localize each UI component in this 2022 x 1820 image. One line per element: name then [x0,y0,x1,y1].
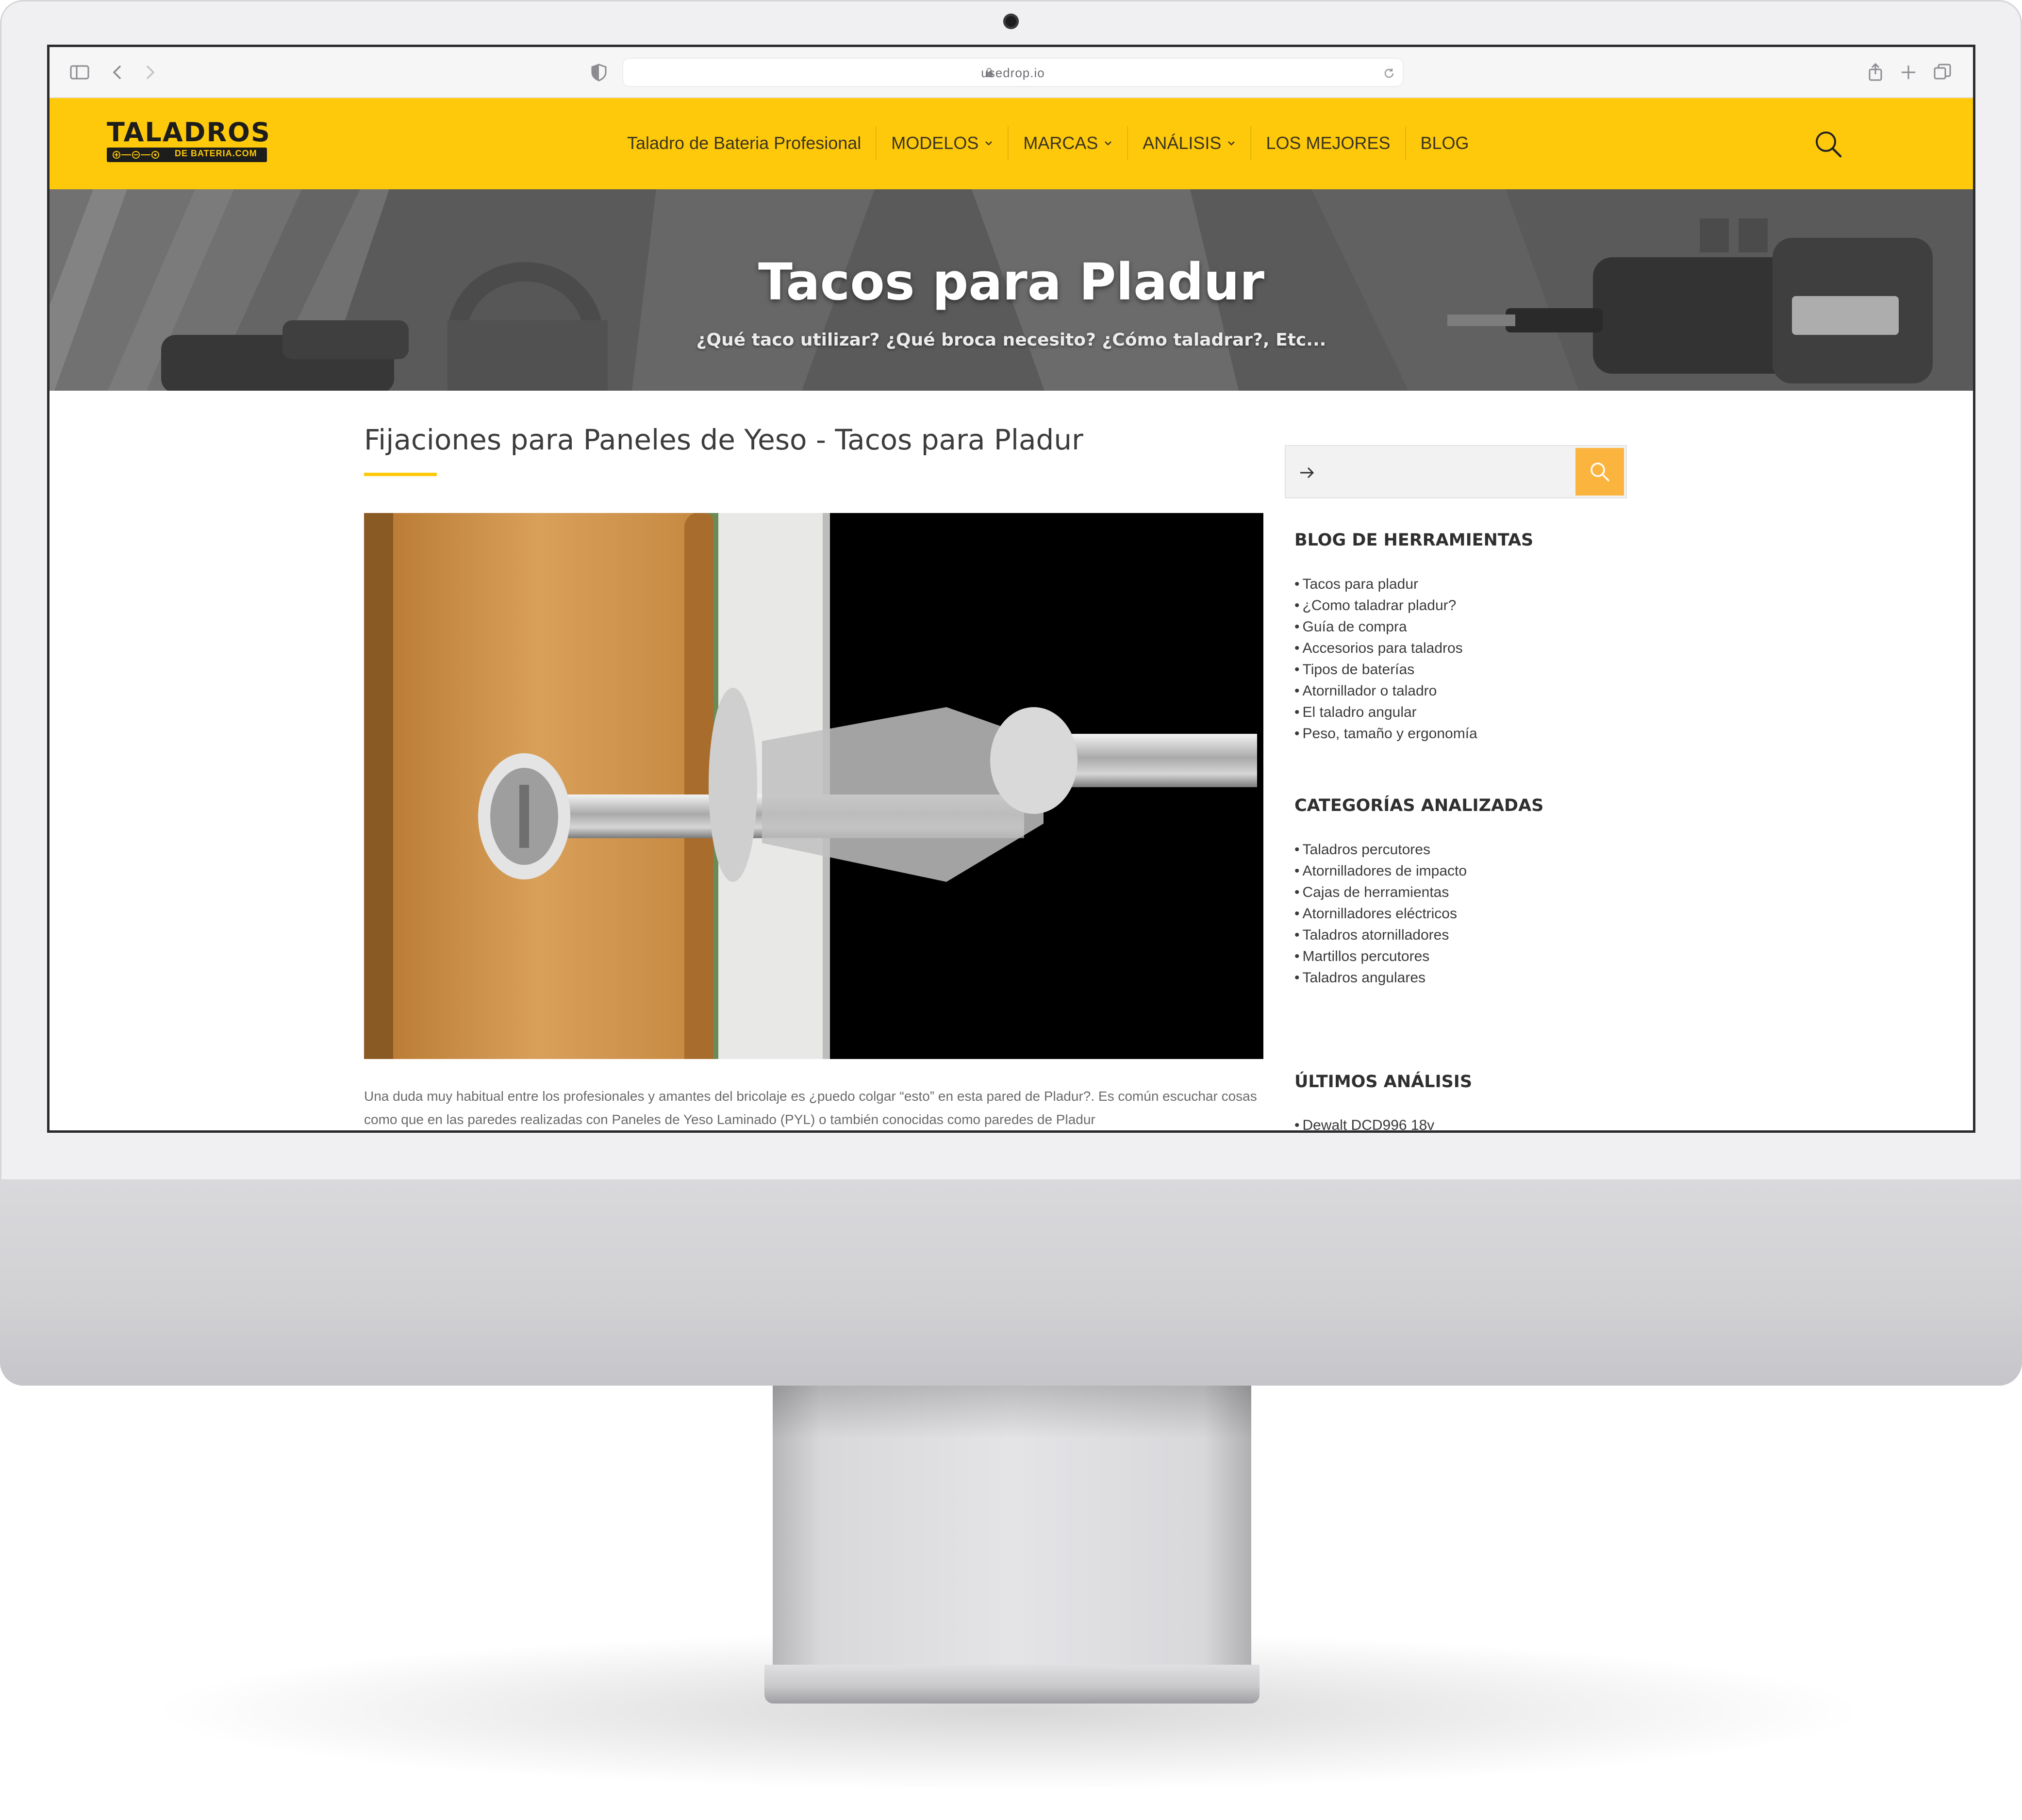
nav-item-label: LOS MEJORES [1266,133,1391,153]
sidebar-toggle-icon[interactable] [69,62,90,83]
nav-item-blog[interactable]: BLOG [1405,126,1484,160]
sidebar-list-blog: Tacos para pladur ¿Como taladrar pladur?… [1294,574,1477,745]
chevron-down-icon [985,141,993,146]
sidebar-link[interactable]: Taladros atornilladores [1294,925,1467,946]
nav-item-modelos[interactable]: MODELOS [876,126,1008,160]
sidebar-link[interactable]: Accesorios para taladros [1294,638,1477,659]
site-logo[interactable]: TALADROS DE BATERIA.COM [107,118,272,165]
nav-item-label: MODELOS [891,133,979,153]
sidebar-link[interactable]: Atornilladores eléctricos [1294,903,1467,925]
sidebar-link[interactable]: Cajas de herramientas [1294,882,1467,903]
sidebar-link[interactable]: Martillos percutores [1294,946,1467,967]
back-icon[interactable] [107,62,128,83]
arrow-right-icon [1300,467,1314,479]
logo-sub-text: DE BATERIA.COM [175,149,257,158]
sidebar-heading-categories: CATEGORÍAS ANALIZADAS [1294,796,1544,815]
sidebar-link[interactable]: El taladro angular [1294,702,1477,723]
sidebar-list-categories: Taladros percutores Atornilladores de im… [1294,839,1467,989]
search-icon[interactable] [1811,127,1845,161]
logo-main-text: TALADROS [107,117,271,148]
camera-icon [1003,14,1019,29]
article-paragraph: Una duda muy habitual entre los profesio… [364,1089,1257,1127]
sidebar-list-latest: Dewalt DCD996 18v [1294,1115,1435,1130]
nav-item-label: Taladro de Bateria Profesional [627,133,862,153]
monitor-stand-foot [764,1665,1260,1704]
logo-strip: DE BATERIA.COM [107,148,267,162]
sidebar-link[interactable]: ¿Como taladrar pladur? [1294,595,1477,616]
sidebar-heading-latest: ÚLTIMOS ANÁLISIS [1294,1072,1473,1092]
address-bar[interactable]: usedrop.io [622,58,1404,87]
sidebar-link[interactable]: Peso, tamaño y ergonomía [1294,723,1477,745]
forward-icon[interactable] [139,62,161,83]
new-tab-icon[interactable] [1898,62,1919,83]
nav-item-analisis[interactable]: ANÁLISIS [1127,126,1250,160]
url-text: usedrop.io [981,66,1045,80]
hero-title: Tacos para Pladur [758,252,1265,312]
reload-icon[interactable] [1382,66,1396,80]
sidebar-search-button[interactable] [1575,448,1624,496]
sidebar-link[interactable]: Dewalt DCD996 18v [1294,1115,1435,1130]
drywall-anchor-illustration [364,513,1263,1059]
nav-item-marcas[interactable]: MARCAS [1008,126,1127,160]
nav-item-label: MARCAS [1023,133,1098,153]
sidebar-link[interactable]: Taladros angulares [1294,967,1467,989]
nav-item-los-mejores[interactable]: LOS MEJORES [1250,126,1405,160]
site-header: TALADROS DE BATERIA.COM Taladro de Bater… [50,98,1973,189]
chevron-down-icon [1228,141,1235,146]
screen: usedrop.io TALADROS DE BATERIA.COM Talad… [47,45,1975,1133]
article-image [364,513,1263,1059]
hero-subtitle: ¿Qué taco utilizar? ¿Qué broca necesito?… [696,330,1326,350]
nav-item-label: BLOG [1420,133,1469,153]
chevron-down-icon [1105,141,1112,146]
browser-toolbar: usedrop.io [50,47,1973,98]
sidebar-link[interactable]: Atornilladores de impacto [1294,860,1467,882]
main-nav: Taladro de Bateria Profesional MODELOS M… [613,126,1484,160]
nav-item-label: ANÁLISIS [1143,133,1222,153]
monitor-stand-shadow [773,1386,1251,1439]
search-icon [1591,463,1609,481]
sidebar-heading-blog: BLOG DE HERRAMIENTAS [1294,530,1534,550]
shield-icon[interactable] [588,62,610,83]
tabs-overview-icon[interactable] [1932,62,1953,83]
sidebar-search-field[interactable] [1285,445,1627,498]
monitor-frame: usedrop.io TALADROS DE BATERIA.COM Talad… [0,0,2022,1386]
sidebar-link[interactable]: Tipos de baterías [1294,659,1477,680]
sidebar-link[interactable]: Guía de compra [1294,616,1477,638]
article-title: Fijaciones para Paneles de Yeso - Tacos … [364,423,1083,456]
hero-banner: Tacos para Pladur ¿Qué taco utilizar? ¿Q… [50,189,1973,391]
sidebar-link[interactable]: Taladros percutores [1294,839,1467,860]
nav-item-taladro-profesional[interactable]: Taladro de Bateria Profesional [613,126,876,160]
drill-bit-icon [113,151,159,159]
sidebar-link[interactable]: Atornillador o taladro [1294,680,1477,702]
title-underline [364,473,437,476]
monitor-chin [0,1179,2022,1386]
share-icon[interactable] [1865,62,1886,83]
sidebar-link[interactable]: Tacos para pladur [1294,574,1477,595]
